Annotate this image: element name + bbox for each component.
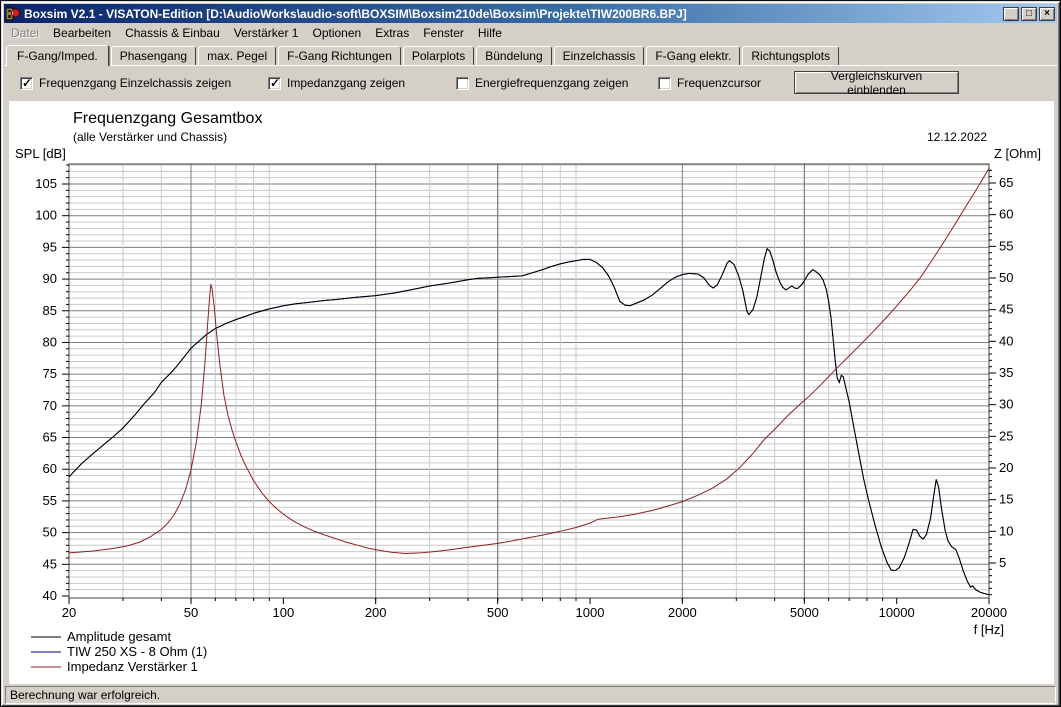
svg-text:20000: 20000	[971, 605, 1007, 620]
status-bar: Berechnung war erfolgreich.	[4, 685, 1057, 705]
tab-richtungsplots[interactable]: Richtungsplots	[742, 46, 840, 65]
menu-bar: Datei Bearbeiten Chassis & Einbau Verstärke…	[4, 23, 1057, 42]
amplitude-curve	[68, 247, 990, 596]
legend-label: Impedanz Verstärker 1	[67, 659, 198, 674]
svg-text:65: 65	[999, 175, 1013, 190]
svg-text:Z [Ohm]: Z [Ohm]	[994, 146, 1041, 161]
title-bar[interactable]: Boxsim V2.1 - VISATON-Edition [D:\AudioW…	[4, 4, 1057, 23]
checkbox-label: Energiefrequenzgang zeigen	[475, 76, 629, 90]
svg-text:5000: 5000	[790, 605, 819, 620]
tab-einzelchassis[interactable]: Einzelchassis	[553, 46, 645, 65]
menu-item-optionen[interactable]: Optionen	[305, 24, 368, 42]
menu-item-verst-rker-1[interactable]: Verstärker 1	[227, 24, 306, 42]
checkbox-label: Frequenzgang Einzelchassis zeigen	[39, 76, 232, 90]
tiw-chassis-curve	[68, 247, 990, 596]
svg-text:50: 50	[999, 270, 1013, 285]
svg-text:5: 5	[999, 555, 1006, 570]
checkbox-box[interactable]: ✓	[658, 76, 671, 90]
svg-text:1000: 1000	[576, 605, 605, 620]
menu-item-chassis-einbau[interactable]: Chassis & Einbau	[118, 24, 227, 42]
legend-label: Amplitude gesamt	[67, 629, 171, 644]
svg-text:200: 200	[365, 605, 387, 620]
check-icon: ✓	[22, 75, 33, 90]
window-title: Boxsim V2.1 - VISATON-Edition [D:\AudioW…	[24, 6, 687, 21]
svg-text:10: 10	[999, 523, 1013, 538]
svg-text:500: 500	[487, 605, 509, 620]
menu-item-fenster[interactable]: Fenster	[416, 24, 471, 42]
svg-text:40: 40	[999, 333, 1013, 348]
checkbox-frequenzgang-einzelchassis-zeigen[interactable]: ✓ Frequenzgang Einzelchassis zeigen	[20, 76, 231, 90]
svg-text:12.12.2022: 12.12.2022	[927, 130, 987, 144]
tab-strip: F-Gang/Imped. Phasengang max. Pegel F-Gang …	[6, 43, 1057, 66]
svg-text:75: 75	[43, 366, 57, 381]
svg-text:f [Hz]: f [Hz]	[974, 622, 1004, 637]
svg-text:15: 15	[999, 492, 1013, 507]
check-icon: ✓	[270, 75, 281, 90]
svg-text:(alle Verstärker und Chassis): (alle Verstärker und Chassis)	[73, 130, 227, 144]
tab-phasengang[interactable]: Phasengang	[110, 46, 197, 65]
svg-text:65: 65	[43, 430, 57, 445]
svg-text:80: 80	[43, 334, 57, 349]
svg-text:Frequenzgang Gesamtbox: Frequenzgang Gesamtbox	[73, 110, 262, 127]
checkbox-box[interactable]: ✓	[268, 75, 281, 90]
checkbox-box[interactable]: ✓	[456, 76, 469, 90]
checkbox-label: Impedanzgang zeigen	[287, 76, 406, 90]
svg-text:60: 60	[999, 207, 1013, 222]
tab-f-gang-imped-[interactable]: F-Gang/Imped.	[6, 45, 109, 66]
svg-text:SPL [dB]: SPL [dB]	[15, 146, 66, 161]
svg-text:70: 70	[43, 398, 57, 413]
checkbox-label: Frequenzcursor	[677, 76, 762, 90]
checkbox-box[interactable]: ✓	[20, 75, 33, 90]
svg-text:95: 95	[43, 239, 57, 254]
svg-text:55: 55	[999, 238, 1013, 253]
svg-text:10000: 10000	[879, 605, 915, 620]
svg-text:30: 30	[999, 397, 1013, 412]
svg-text:25: 25	[999, 428, 1013, 443]
svg-text:50: 50	[184, 605, 198, 620]
svg-text:45: 45	[999, 302, 1013, 317]
tab-b-ndelung[interactable]: Bündelung	[476, 46, 552, 65]
status-text: Berechnung war erfolgreich.	[10, 688, 161, 702]
svg-text:20: 20	[62, 605, 76, 620]
checkbox-impedanzgang-zeigen[interactable]: ✓ Impedanzgang zeigen	[268, 76, 405, 90]
chart-area: 40 45 50 55 60 65 70 75 80 85 90 95 100 105 5 10 15 20 25 3…	[9, 101, 1054, 684]
svg-text:20: 20	[999, 460, 1013, 475]
checkbox-energiefrequenzgang-zeigen[interactable]: ✓ Energiefrequenzgang zeigen	[456, 76, 628, 90]
tab-f-gang-richtungen[interactable]: F-Gang Richtungen	[278, 46, 401, 65]
tab-f-gang-elektr-[interactable]: F-Gang elektr.	[646, 46, 741, 65]
compare-curves-button[interactable]: Vergleichskurven einblenden	[794, 69, 959, 97]
svg-text:90: 90	[43, 271, 57, 286]
close-button[interactable]: ×	[1039, 6, 1055, 21]
app-icon	[6, 7, 20, 21]
menu-item-extras[interactable]: Extras	[368, 24, 416, 42]
svg-text:100: 100	[272, 605, 294, 620]
svg-text:40: 40	[43, 588, 57, 603]
minimize-button[interactable]: _	[1003, 6, 1019, 21]
svg-text:55: 55	[43, 493, 57, 508]
svg-text:85: 85	[43, 303, 57, 318]
tab-polarplots[interactable]: Polarplots	[402, 46, 475, 65]
chart-canvas: 40 45 50 55 60 65 70 75 80 85 90 95 100 105 5 10 15 20 25 3…	[15, 110, 1041, 674]
svg-text:50: 50	[43, 525, 57, 540]
tab-max-pegel[interactable]: max. Pegel	[198, 46, 277, 65]
menu-item-bearbeiten[interactable]: Bearbeiten	[46, 24, 118, 42]
legend-label: TIW 250 XS - 8 Ohm (1)	[67, 644, 207, 659]
svg-text:105: 105	[35, 176, 57, 191]
svg-text:35: 35	[999, 365, 1013, 380]
menu-item-hilfe[interactable]: Hilfe	[471, 24, 509, 42]
impedance-curve	[68, 168, 990, 555]
control-bar: Vergleichskurven einblenden ✓ Frequenzgan…	[4, 65, 1057, 102]
svg-text:45: 45	[43, 556, 57, 571]
svg-text:2000: 2000	[668, 605, 697, 620]
svg-text:100: 100	[35, 208, 57, 223]
maximize-button[interactable]: □	[1021, 6, 1037, 21]
svg-text:60: 60	[43, 461, 57, 476]
checkbox-frequenzcursor[interactable]: ✓ Frequenzcursor	[658, 76, 761, 90]
app-window: Boxsim V2.1 - VISATON-Edition [D:\AudioW…	[0, 0, 1061, 707]
menu-item-datei: Datei	[11, 25, 40, 40]
